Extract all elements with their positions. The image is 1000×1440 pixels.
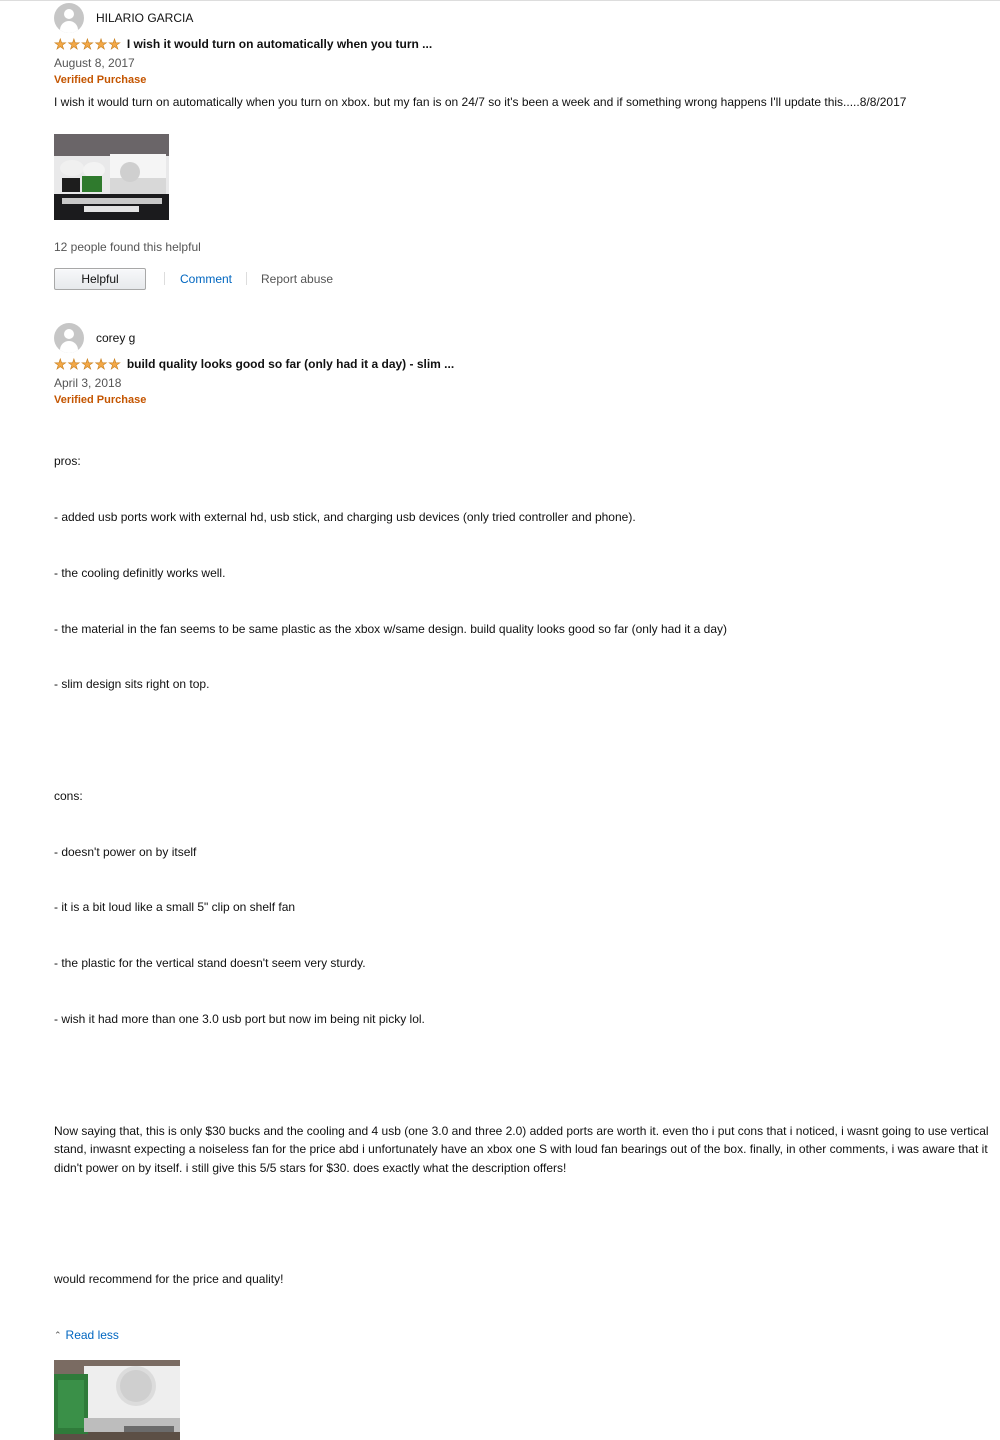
- review-body-blank: [54, 1066, 994, 1085]
- avatar-icon[interactable]: [54, 323, 84, 353]
- star-icon: ★: [94, 36, 108, 52]
- star-icon: ★: [81, 356, 94, 372]
- review-actions: Helpful Comment Report abuse: [54, 267, 994, 290]
- helpful-count: 12 people found this helpful: [54, 239, 201, 254]
- review-photo[interactable]: [54, 1360, 180, 1440]
- star-icon: ★: [54, 356, 67, 372]
- review-body-paragraph: Now saying that, this is only $30 bucks …: [54, 1123, 992, 1175]
- review-body: I wish it would turn on automatically wh…: [54, 95, 907, 109]
- review-body-blank: [54, 731, 994, 750]
- comment-link[interactable]: Comment: [180, 272, 232, 286]
- review-body-line: would recommend for the price and qualit…: [54, 1272, 284, 1287]
- star-icon: ★: [54, 36, 67, 52]
- star-icon: ★: [94, 356, 108, 372]
- review-photo-image: [54, 1360, 180, 1440]
- verified-purchase-badge: Verified Purchase: [54, 74, 147, 86]
- review-body-line: pros:: [54, 454, 81, 469]
- read-less-link[interactable]: ⌃ Read less: [54, 1328, 994, 1342]
- review-body-line: - slim design sits right on top.: [54, 677, 210, 692]
- review-body-line: - the cooling definitly works well.: [54, 565, 226, 580]
- review-author-row: HILARIO GARCIA: [54, 3, 994, 33]
- review-photo-image: [54, 133, 169, 220]
- star-icon: ★: [108, 36, 121, 52]
- review-date: August 8, 2017: [54, 56, 135, 70]
- chevron-up-icon: ⌃: [54, 1329, 62, 1340]
- review-body-line: - the material in the fan seems to be sa…: [54, 621, 728, 636]
- review-body: pros: - added usb ports work with extern…: [54, 415, 994, 1326]
- review-body-line: cons:: [54, 788, 83, 803]
- review-title-row: ★ ★ ★ ★ ★ I wish it would turn on automa…: [54, 35, 994, 53]
- review-2: corey g ★ ★ ★ ★ ★ build quality looks go…: [54, 323, 994, 1440]
- review-body-blank: [54, 1215, 994, 1234]
- review-body-line: - added usb ports work with external hd,…: [54, 509, 636, 524]
- review-body-line: - the plastic for the vertical stand doe…: [54, 956, 366, 971]
- review-title[interactable]: I wish it would turn on automatically wh…: [127, 37, 432, 51]
- avatar-icon[interactable]: [54, 3, 84, 33]
- review-author-row: corey g: [54, 323, 994, 353]
- review-photo[interactable]: [54, 133, 169, 220]
- review-body-line: - wish it had more than one 3.0 usb port…: [54, 1012, 425, 1026]
- review-author[interactable]: HILARIO GARCIA: [96, 11, 193, 25]
- divider: [246, 272, 248, 286]
- review-body-line: - it is a bit loud like a small 5" clip …: [54, 900, 296, 915]
- star-icon: ★: [81, 36, 94, 52]
- star-icon: ★: [67, 356, 81, 372]
- report-abuse-link[interactable]: Report abuse: [261, 272, 333, 286]
- review-author[interactable]: corey g: [96, 331, 135, 345]
- read-less-label: Read less: [65, 1328, 119, 1343]
- review-title[interactable]: build quality looks good so far (only ha…: [127, 357, 454, 371]
- review-date: April 3, 2018: [54, 376, 122, 390]
- star-rating[interactable]: ★ ★ ★ ★ ★: [54, 36, 121, 52]
- review-title-row: ★ ★ ★ ★ ★ build quality looks good so fa…: [54, 355, 994, 373]
- divider: [164, 272, 165, 286]
- star-rating[interactable]: ★ ★ ★ ★ ★: [54, 356, 121, 372]
- review-1: HILARIO GARCIA ★ ★ ★ ★ ★ I wish it would…: [54, 3, 994, 290]
- star-icon: ★: [108, 356, 121, 372]
- verified-purchase-badge: Verified Purchase: [54, 394, 147, 406]
- helpful-button[interactable]: Helpful: [54, 267, 146, 290]
- star-icon: ★: [67, 36, 81, 52]
